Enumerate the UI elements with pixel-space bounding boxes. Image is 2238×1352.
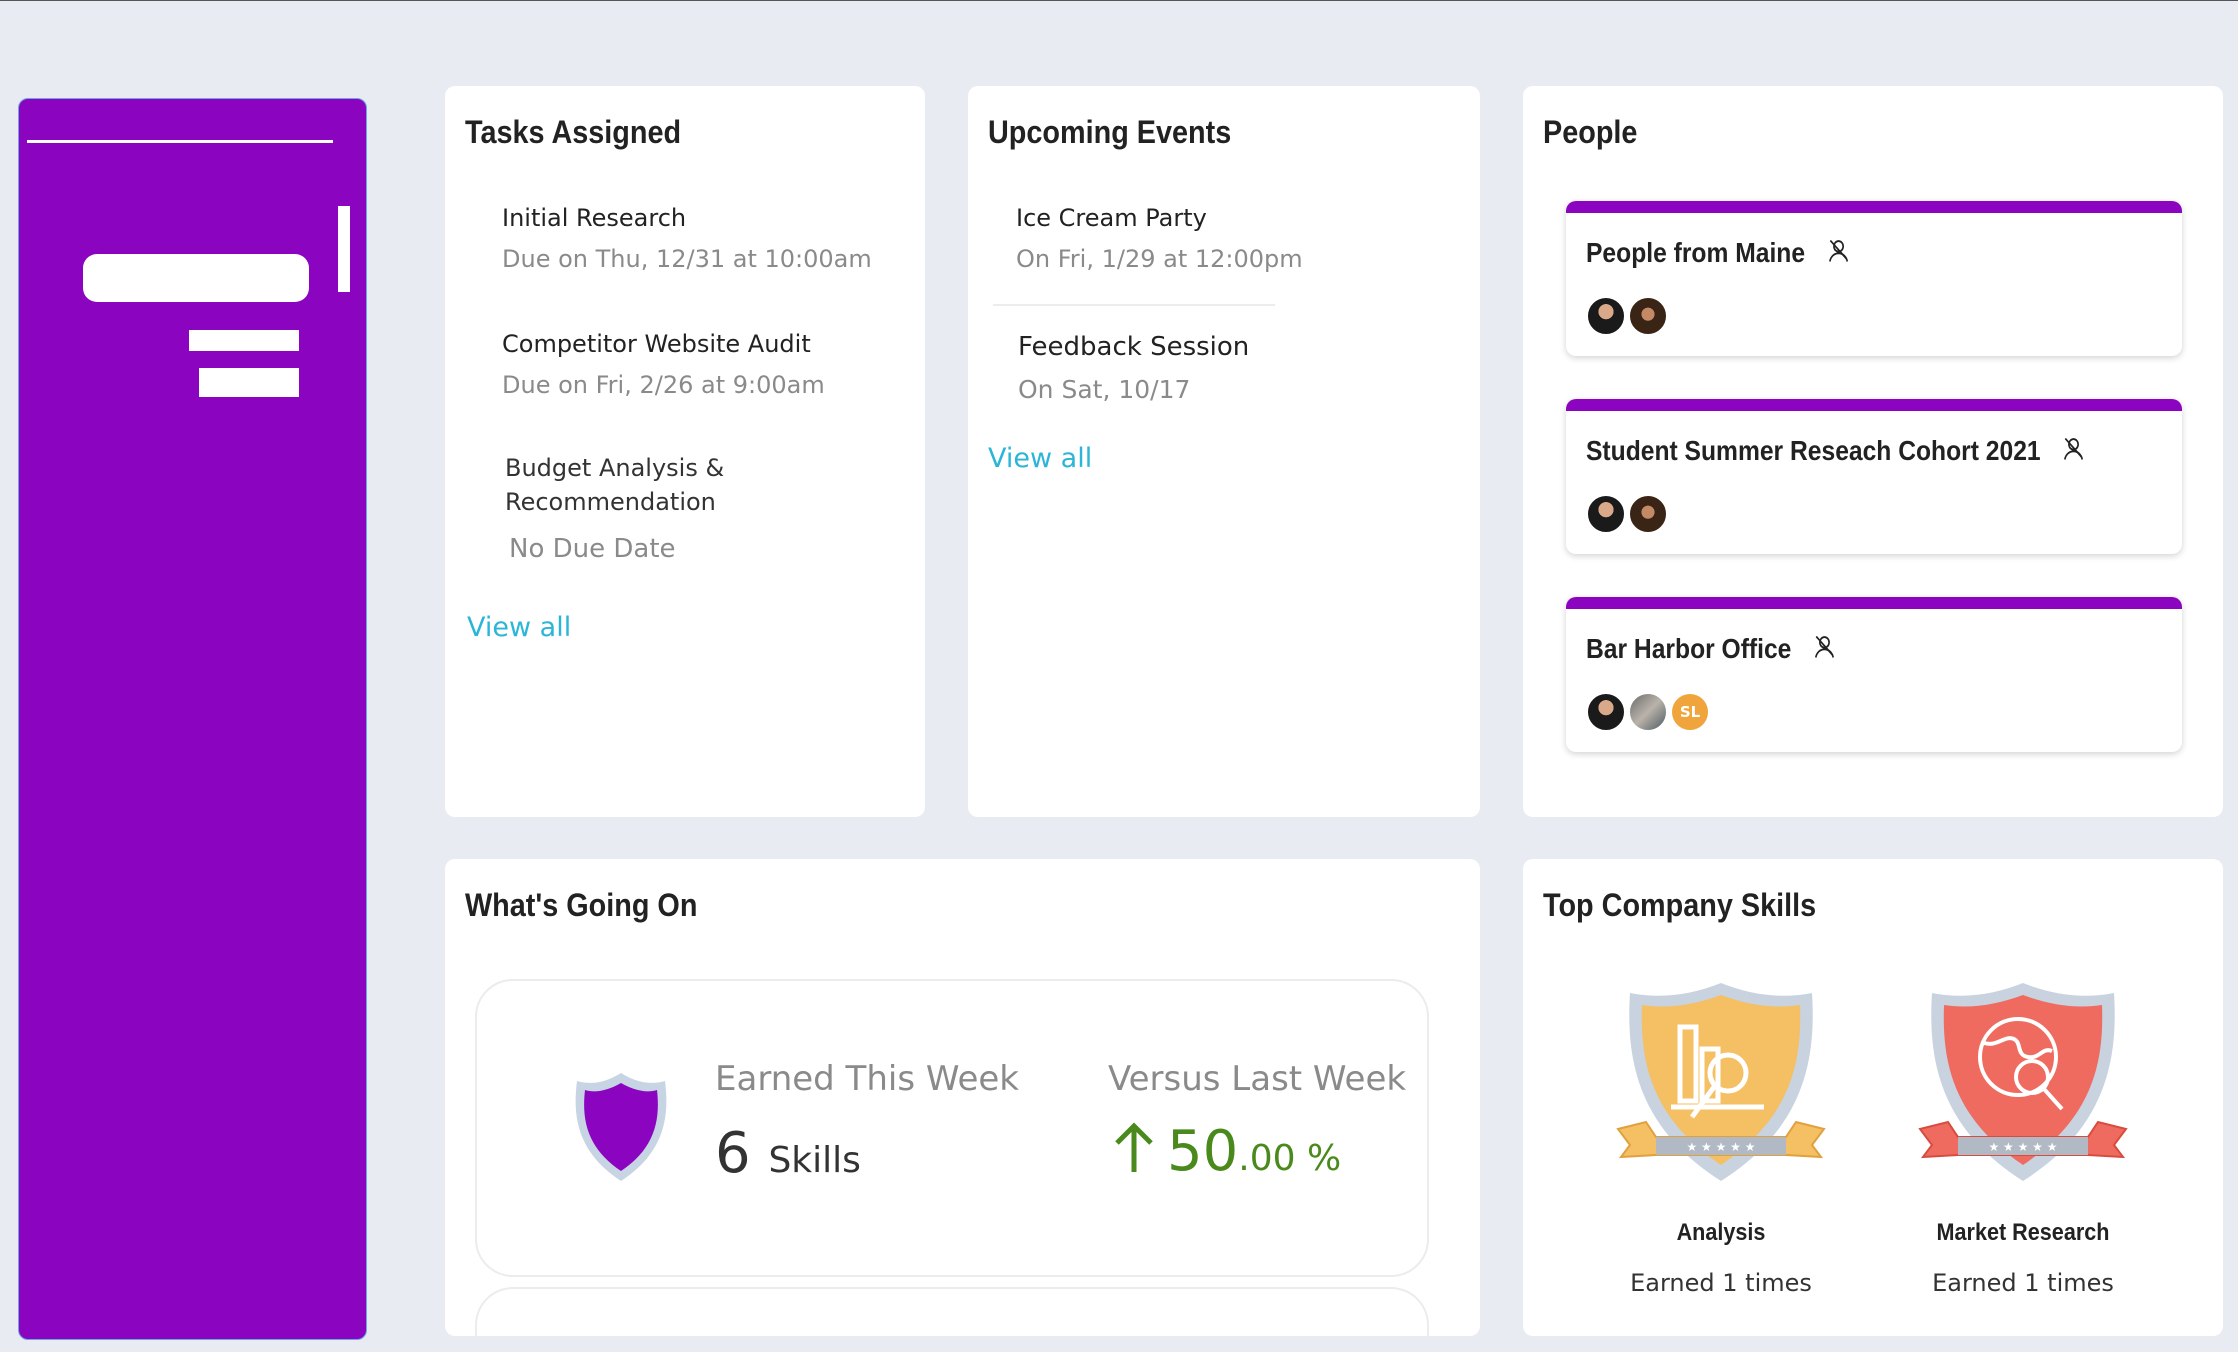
event-when: On Fri, 1/29 at 12:00pm <box>1016 245 1303 273</box>
event-name: Ice Cream Party <box>1016 204 1207 232</box>
group-avatars: SL <box>1586 692 1712 732</box>
avatar[interactable] <box>1586 692 1626 732</box>
task-due: Due on Thu, 12/31 at 10:00am <box>502 245 872 273</box>
earned-count: 6 <box>715 1121 751 1186</box>
versus-last-week-label: Versus Last Week <box>1108 1059 1407 1099</box>
market-research-badge-icon[interactable]: ★ ★ ★ ★ ★ <box>1918 977 2128 1191</box>
avatar[interactable] <box>1628 494 1668 534</box>
earned-this-week-label: Earned This Week <box>715 1059 1019 1099</box>
versus-decimal: .00 % <box>1238 1138 1342 1179</box>
sidebar-divider <box>27 140 333 143</box>
skill-shield-icon <box>571 1069 671 1189</box>
activity-box <box>475 1287 1429 1336</box>
sidebar-pill-button[interactable] <box>83 254 309 302</box>
event-item[interactable]: Feedback Session On Sat, 10/17 <box>1018 332 1249 404</box>
skills-card: Top Company Skills ★ ★ ★ ★ ★ Analysis Ea… <box>1523 859 2223 1336</box>
group-avatars <box>1586 494 1670 534</box>
whats-going-on-card: What's Going On Earned This Week 6 Skill… <box>445 859 1480 1336</box>
avatar[interactable] <box>1628 692 1668 732</box>
weekly-stats-box: Earned This Week 6 Skills Versus Last We… <box>475 979 1429 1277</box>
earned-unit: Skills <box>768 1140 861 1181</box>
sidebar-placeholder-bar <box>189 330 299 351</box>
skill-earned: Earned 1 times <box>1630 1269 1812 1297</box>
group-icon <box>2062 435 2087 470</box>
task-item[interactable]: Initial Research Due on Thu, 12/31 at 10… <box>502 204 872 273</box>
group-name: Student Summer Reseach Cohort 2021 <box>1586 435 2086 470</box>
skill-name: Analysis <box>1676 1219 1766 1246</box>
task-item[interactable]: Budget Analysis & Recommendation No Due … <box>505 454 724 564</box>
task-name: Competitor Website Audit <box>502 330 811 358</box>
event-name: Feedback Session <box>1018 332 1250 362</box>
tasks-view-all-link[interactable]: View all <box>467 612 571 643</box>
avatar[interactable] <box>1628 296 1668 336</box>
sidebar-placeholder-bar <box>199 368 299 397</box>
tasks-title: Tasks Assigned <box>465 114 682 150</box>
sidebar-active-marker <box>338 206 350 292</box>
group-accent-bar <box>1566 399 2182 411</box>
people-card: People People from Maine Student Summer … <box>1523 86 2223 817</box>
task-name-line2: Recommendation <box>505 488 716 516</box>
task-name: Initial Research <box>502 204 687 232</box>
group-name-text: People from Maine <box>1586 237 1806 268</box>
analysis-badge-icon[interactable]: ★ ★ ★ ★ ★ <box>1616 977 1826 1191</box>
tasks-card: Tasks Assigned Initial Research Due on T… <box>445 86 925 817</box>
group-accent-bar <box>1566 201 2182 213</box>
group-avatars <box>1586 296 1670 336</box>
events-title: Upcoming Events <box>988 114 1232 150</box>
people-group-card[interactable]: Bar Harbor Office SL <box>1566 597 2182 752</box>
task-due: No Due Date <box>509 534 676 564</box>
event-item[interactable]: Ice Cream Party On Fri, 1/29 at 12:00pm <box>1016 204 1303 273</box>
svg-text:★ ★ ★ ★ ★: ★ ★ ★ ★ ★ <box>1686 1140 1755 1154</box>
events-view-all-link[interactable]: View all <box>988 443 1092 474</box>
task-name-line1: Budget Analysis & <box>505 454 725 482</box>
avatar-initials[interactable]: SL <box>1670 692 1710 732</box>
people-group-card[interactable]: People from Maine <box>1566 201 2182 356</box>
svg-text:★ ★ ★ ★ ★: ★ ★ ★ ★ ★ <box>1988 1140 2057 1154</box>
group-name: Bar Harbor Office <box>1586 633 1837 668</box>
avatar[interactable] <box>1586 494 1626 534</box>
whats-going-on-title: What's Going On <box>465 887 698 923</box>
event-divider <box>993 304 1275 306</box>
group-accent-bar <box>1566 597 2182 609</box>
versus-percent: 50 <box>1167 1119 1239 1184</box>
people-title: People <box>1543 114 1638 150</box>
group-name-text: Bar Harbor Office <box>1586 633 1792 664</box>
group-name-text: Student Summer Reseach Cohort 2021 <box>1586 435 2041 466</box>
group-icon <box>1826 237 1851 272</box>
skill-earned: Earned 1 times <box>1932 1269 2114 1297</box>
arrow-up-icon <box>1111 1122 1157 1188</box>
skill-name: Market Research <box>1936 1219 2110 1246</box>
skills-title: Top Company Skills <box>1543 887 1817 923</box>
group-name: People from Maine <box>1586 237 1851 272</box>
event-when: On Sat, 10/17 <box>1018 375 1191 404</box>
versus-last-week-value: 50.00 % <box>1111 1119 1341 1188</box>
events-card: Upcoming Events Ice Cream Party On Fri, … <box>968 86 1480 817</box>
avatar[interactable] <box>1586 296 1626 336</box>
group-icon <box>1812 633 1837 668</box>
people-group-card[interactable]: Student Summer Reseach Cohort 2021 <box>1566 399 2182 554</box>
task-item[interactable]: Competitor Website Audit Due on Fri, 2/2… <box>502 330 825 399</box>
earned-this-week-value: 6 Skills <box>715 1121 861 1186</box>
task-due: Due on Fri, 2/26 at 9:00am <box>502 371 825 399</box>
